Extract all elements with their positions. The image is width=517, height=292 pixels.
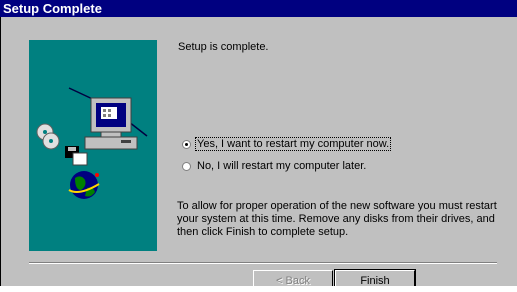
- computer-icon: [84, 97, 138, 150]
- background: [0, 286, 517, 292]
- setup-complete-message: Setup is complete.: [178, 41, 269, 53]
- restart-info-text: To allow for proper operation of the new…: [177, 200, 497, 238]
- radio-button[interactable]: [182, 161, 191, 171]
- floppy-icon: [65, 146, 88, 166]
- radio-button[interactable]: [182, 139, 191, 149]
- setup-complete-dialog: Setup Complete Setup is complete. Yes, I…: [0, 0, 517, 292]
- globe-icon: [68, 171, 100, 199]
- restart-later-option[interactable]: No, I will restart my computer later.: [182, 160, 367, 172]
- setup-illustration: [29, 40, 157, 251]
- restart-later-label[interactable]: No, I will restart my computer later.: [196, 160, 367, 172]
- separator: [29, 262, 497, 264]
- restart-now-label[interactable]: Yes, I want to restart my computer now.: [194, 137, 392, 151]
- window-border: [0, 17, 1, 286]
- title-bar: Setup Complete: [0, 0, 517, 17]
- restart-now-option[interactable]: Yes, I want to restart my computer now.: [182, 137, 392, 151]
- cd-icon: [36, 123, 60, 150]
